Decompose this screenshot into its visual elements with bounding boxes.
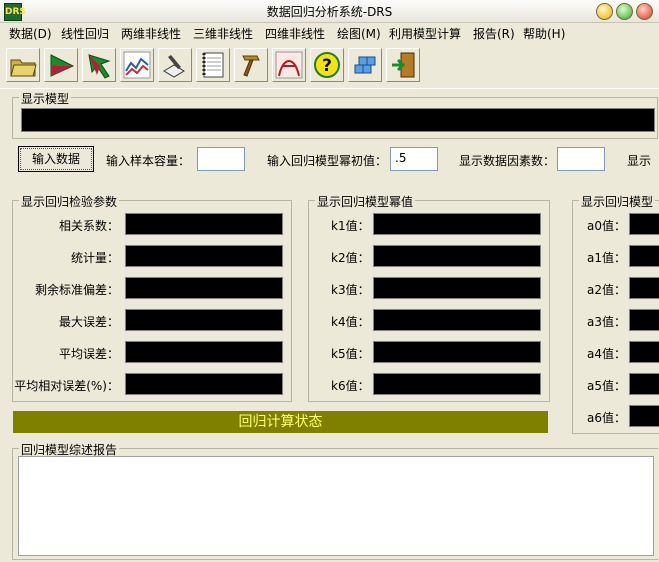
- model-display-field: [21, 108, 655, 132]
- menu-data[interactable]: 数据(D): [9, 25, 52, 42]
- coeff-label: a3值：: [587, 315, 626, 329]
- a1-field: [629, 245, 659, 267]
- coeffs-group: 显示回归模型 a0值： a1值： a2值： a3值： a4值： a5值： a6值…: [572, 193, 659, 434]
- power-label: k3值：: [331, 283, 370, 297]
- model-display-group: 显示模型: [12, 90, 658, 139]
- menu-report[interactable]: 报告(R): [473, 25, 515, 42]
- k3-field: [373, 277, 541, 299]
- exit-button[interactable]: [386, 48, 420, 82]
- k4-field: [373, 309, 541, 331]
- sample-size-input[interactable]: [197, 147, 245, 171]
- coeff-label: a2值：: [587, 283, 626, 297]
- a3-field: [629, 309, 659, 331]
- exit-door-icon: [392, 52, 415, 78]
- window-title: 数据回归分析系统-DRS: [266, 5, 393, 19]
- chart-button[interactable]: [120, 48, 154, 82]
- power-init-label: 输入回归模型幂初值：: [267, 154, 388, 168]
- notebook-icon: [202, 52, 224, 78]
- powers-group: 显示回归模型幂值 k1值： k2值： k3值： k4值： k5值： k6值：: [308, 193, 550, 402]
- toolbar-separator: [0, 88, 659, 89]
- power-label: k1值：: [331, 219, 370, 233]
- menu-2d[interactable]: 两维非线性: [121, 25, 181, 42]
- k2-field: [373, 245, 541, 267]
- k1-field: [373, 213, 541, 235]
- help-button[interactable]: ?: [310, 48, 344, 82]
- statistic-field: [125, 245, 283, 267]
- a0-field: [629, 213, 659, 235]
- power-init-input[interactable]: .5: [390, 147, 438, 171]
- coeff-label: a4值：: [587, 347, 626, 361]
- menu-linear[interactable]: 线性回归: [61, 25, 109, 42]
- model-display-label: 显示模型: [19, 90, 72, 107]
- mean-rel-error-field: [125, 373, 283, 395]
- stats-label: 平均误差：: [58, 347, 119, 361]
- stats-title: 显示回归检验参数: [19, 193, 120, 210]
- cubes-button[interactable]: [348, 48, 382, 82]
- stats-label: 相关系数：: [58, 219, 119, 233]
- menu-4d[interactable]: 四维非线性: [265, 25, 325, 42]
- coeff-label: a0值：: [587, 219, 626, 233]
- stats-label: 最大误差：: [58, 315, 119, 329]
- menu-3d[interactable]: 三维非线性: [193, 25, 253, 42]
- powers-title: 显示回归模型幂值: [315, 193, 416, 210]
- open-folder-icon: [10, 59, 37, 77]
- title-bar: DRS 数据回归分析系统-DRS: [0, 0, 659, 23]
- maximize-button[interactable]: [616, 3, 633, 20]
- curve-button[interactable]: [272, 48, 306, 82]
- coeff-label: a6值：: [587, 411, 626, 425]
- power-label: k5值：: [331, 347, 370, 361]
- tool-button[interactable]: [234, 48, 268, 82]
- close-button[interactable]: [636, 3, 653, 20]
- input-data-button[interactable]: 输入数据: [18, 146, 94, 172]
- status-bar: 回归计算状态: [13, 411, 548, 433]
- stats-label: 剩余标准偏差：: [34, 283, 119, 297]
- minimize-button[interactable]: [596, 3, 613, 20]
- run-button[interactable]: [44, 48, 78, 82]
- svg-text:?: ?: [322, 56, 332, 76]
- residual-std-field: [125, 277, 283, 299]
- stats-group: 显示回归检验参数 相关系数： 统计量： 剩余标准偏差： 最大误差： 平均误差： …: [12, 193, 292, 402]
- max-error-field: [125, 309, 283, 331]
- menu-plot[interactable]: 绘图(M): [337, 25, 381, 42]
- a6-field: [629, 405, 659, 427]
- power-label: k4值：: [331, 315, 370, 329]
- a2-field: [629, 277, 659, 299]
- factor-count-label: 显示数据因素数：: [459, 154, 556, 168]
- correlation-field: [125, 213, 283, 235]
- curve-a-icon: [275, 51, 303, 79]
- coeffs-title: 显示回归模型: [579, 193, 656, 210]
- toolbar: ?: [0, 44, 659, 88]
- cubes-icon: [354, 56, 376, 74]
- mean-error-field: [125, 341, 283, 363]
- menu-calc[interactable]: 利用模型计算: [389, 25, 461, 42]
- k5-field: [373, 341, 541, 363]
- draw-button[interactable]: [158, 48, 192, 82]
- power-label: k2值：: [331, 251, 370, 265]
- arrow-up-icon: [88, 54, 111, 79]
- menu-help[interactable]: 帮助(H): [523, 25, 565, 42]
- sample-size-label: 输入样本容量：: [106, 154, 191, 168]
- a4-field: [629, 341, 659, 363]
- arrow-tool-button[interactable]: [82, 48, 116, 82]
- hammer-icon: [242, 55, 260, 77]
- stats-label: 统计量：: [70, 251, 119, 265]
- open-folder-button[interactable]: [6, 48, 40, 82]
- coeff-label: a5值：: [587, 379, 626, 393]
- help-icon: ?: [314, 52, 340, 78]
- a5-field: [629, 373, 659, 395]
- line-chart-icon: [123, 51, 151, 79]
- k6-field: [373, 373, 541, 395]
- power-label: k6值：: [331, 379, 370, 393]
- report-textarea[interactable]: [18, 456, 654, 556]
- factor-count-input[interactable]: [557, 147, 605, 171]
- draw-pen-icon: [163, 55, 185, 78]
- notebook-button[interactable]: [196, 48, 230, 82]
- stats-label: 平均相对误差(%)：: [14, 379, 119, 393]
- menu-bar: 数据(D) 线性回归 两维非线性 三维非线性 四维非线性 绘图(M) 利用模型计…: [0, 22, 659, 42]
- arrow-right-icon: [50, 54, 75, 77]
- coeff-label: a1值：: [587, 251, 626, 265]
- extra-label: 显示: [627, 154, 652, 168]
